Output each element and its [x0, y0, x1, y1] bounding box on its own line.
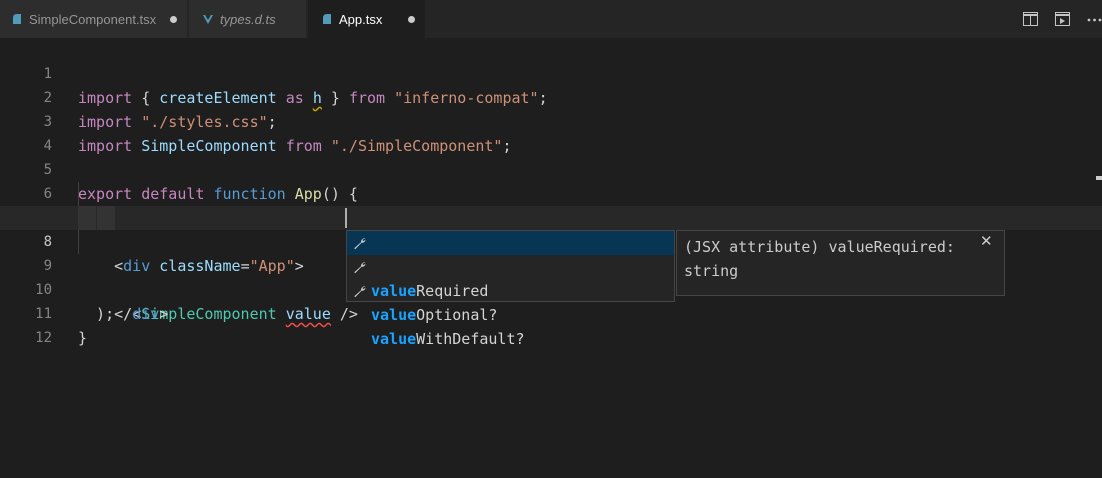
editor-tab-bar: SimpleComponent.tsx types.d.ts App.tsx — [0, 0, 1102, 38]
more-actions-icon[interactable] — [1087, 12, 1102, 26]
code-line: 1 import { createElement as h } from "in… — [0, 38, 1102, 107]
unsaved-dot-icon[interactable] — [170, 16, 177, 23]
suggestion-rest: WithDefault? — [416, 330, 525, 348]
suggestion-item[interactable]: valueRequired — [347, 231, 674, 300]
tab-simplecomponent[interactable]: SimpleComponent.tsx — [0, 0, 188, 38]
indent-guide — [78, 230, 79, 254]
code-line: 7 <div className="App"> — [0, 182, 1102, 275]
wrench-icon — [354, 238, 366, 250]
open-preview-icon[interactable] — [1055, 12, 1070, 26]
indent-guide — [78, 206, 96, 230]
code-line: 4 — [0, 110, 1102, 154]
tab-label: types.d.ts — [220, 11, 276, 27]
close-icon[interactable]: ✕ — [980, 234, 994, 249]
indent-guide — [97, 206, 115, 230]
suggestion-details: (JSX attribute) valueRequired: string ✕ — [676, 230, 1005, 296]
tab-types[interactable]: types.d.ts — [189, 0, 307, 38]
tab-app[interactable]: App.tsx — [308, 0, 426, 38]
unsaved-dot-icon[interactable] — [408, 16, 415, 23]
tab-label: SimpleComponent.tsx — [29, 11, 157, 27]
code-line: 2 import "./styles.css"; — [0, 62, 1102, 131]
vue-chevron-file-icon — [203, 15, 213, 24]
line-number: 12 — [35, 330, 52, 346]
indent-guide — [78, 182, 79, 206]
typescript-react-file-icon — [13, 14, 21, 24]
code-line: 6 return ( — [0, 158, 1102, 227]
typescript-react-file-icon — [323, 14, 331, 24]
details-text: (JSX attribute) valueRequired: string — [684, 238, 955, 280]
wrench-icon — [354, 286, 366, 298]
suggestion-item[interactable]: valueOptional? — [347, 255, 674, 324]
overview-ruler[interactable] — [1096, 38, 1102, 478]
wrench-icon — [354, 262, 366, 274]
suggestion-rest: Optional? — [416, 306, 498, 324]
split-editor-icon[interactable] — [1023, 12, 1038, 26]
tab-label: App.tsx — [339, 11, 383, 27]
current-code-line: 8 <SimpleComponent value /> — [0, 206, 1102, 323]
text-cursor — [345, 208, 347, 228]
code-line: 12 — [0, 302, 1102, 346]
code-text: } — [78, 329, 88, 347]
suggestion-match: value — [371, 330, 417, 348]
suggestion-item[interactable]: valueWithDefault? — [347, 279, 674, 348]
suggestion-list: valueRequired valueOptional? valueWithDe… — [346, 230, 675, 348]
code-line: 5 export default function App() { — [0, 134, 1102, 203]
code-line: 3 import SimpleComponent from "./SimpleC… — [0, 86, 1102, 155]
